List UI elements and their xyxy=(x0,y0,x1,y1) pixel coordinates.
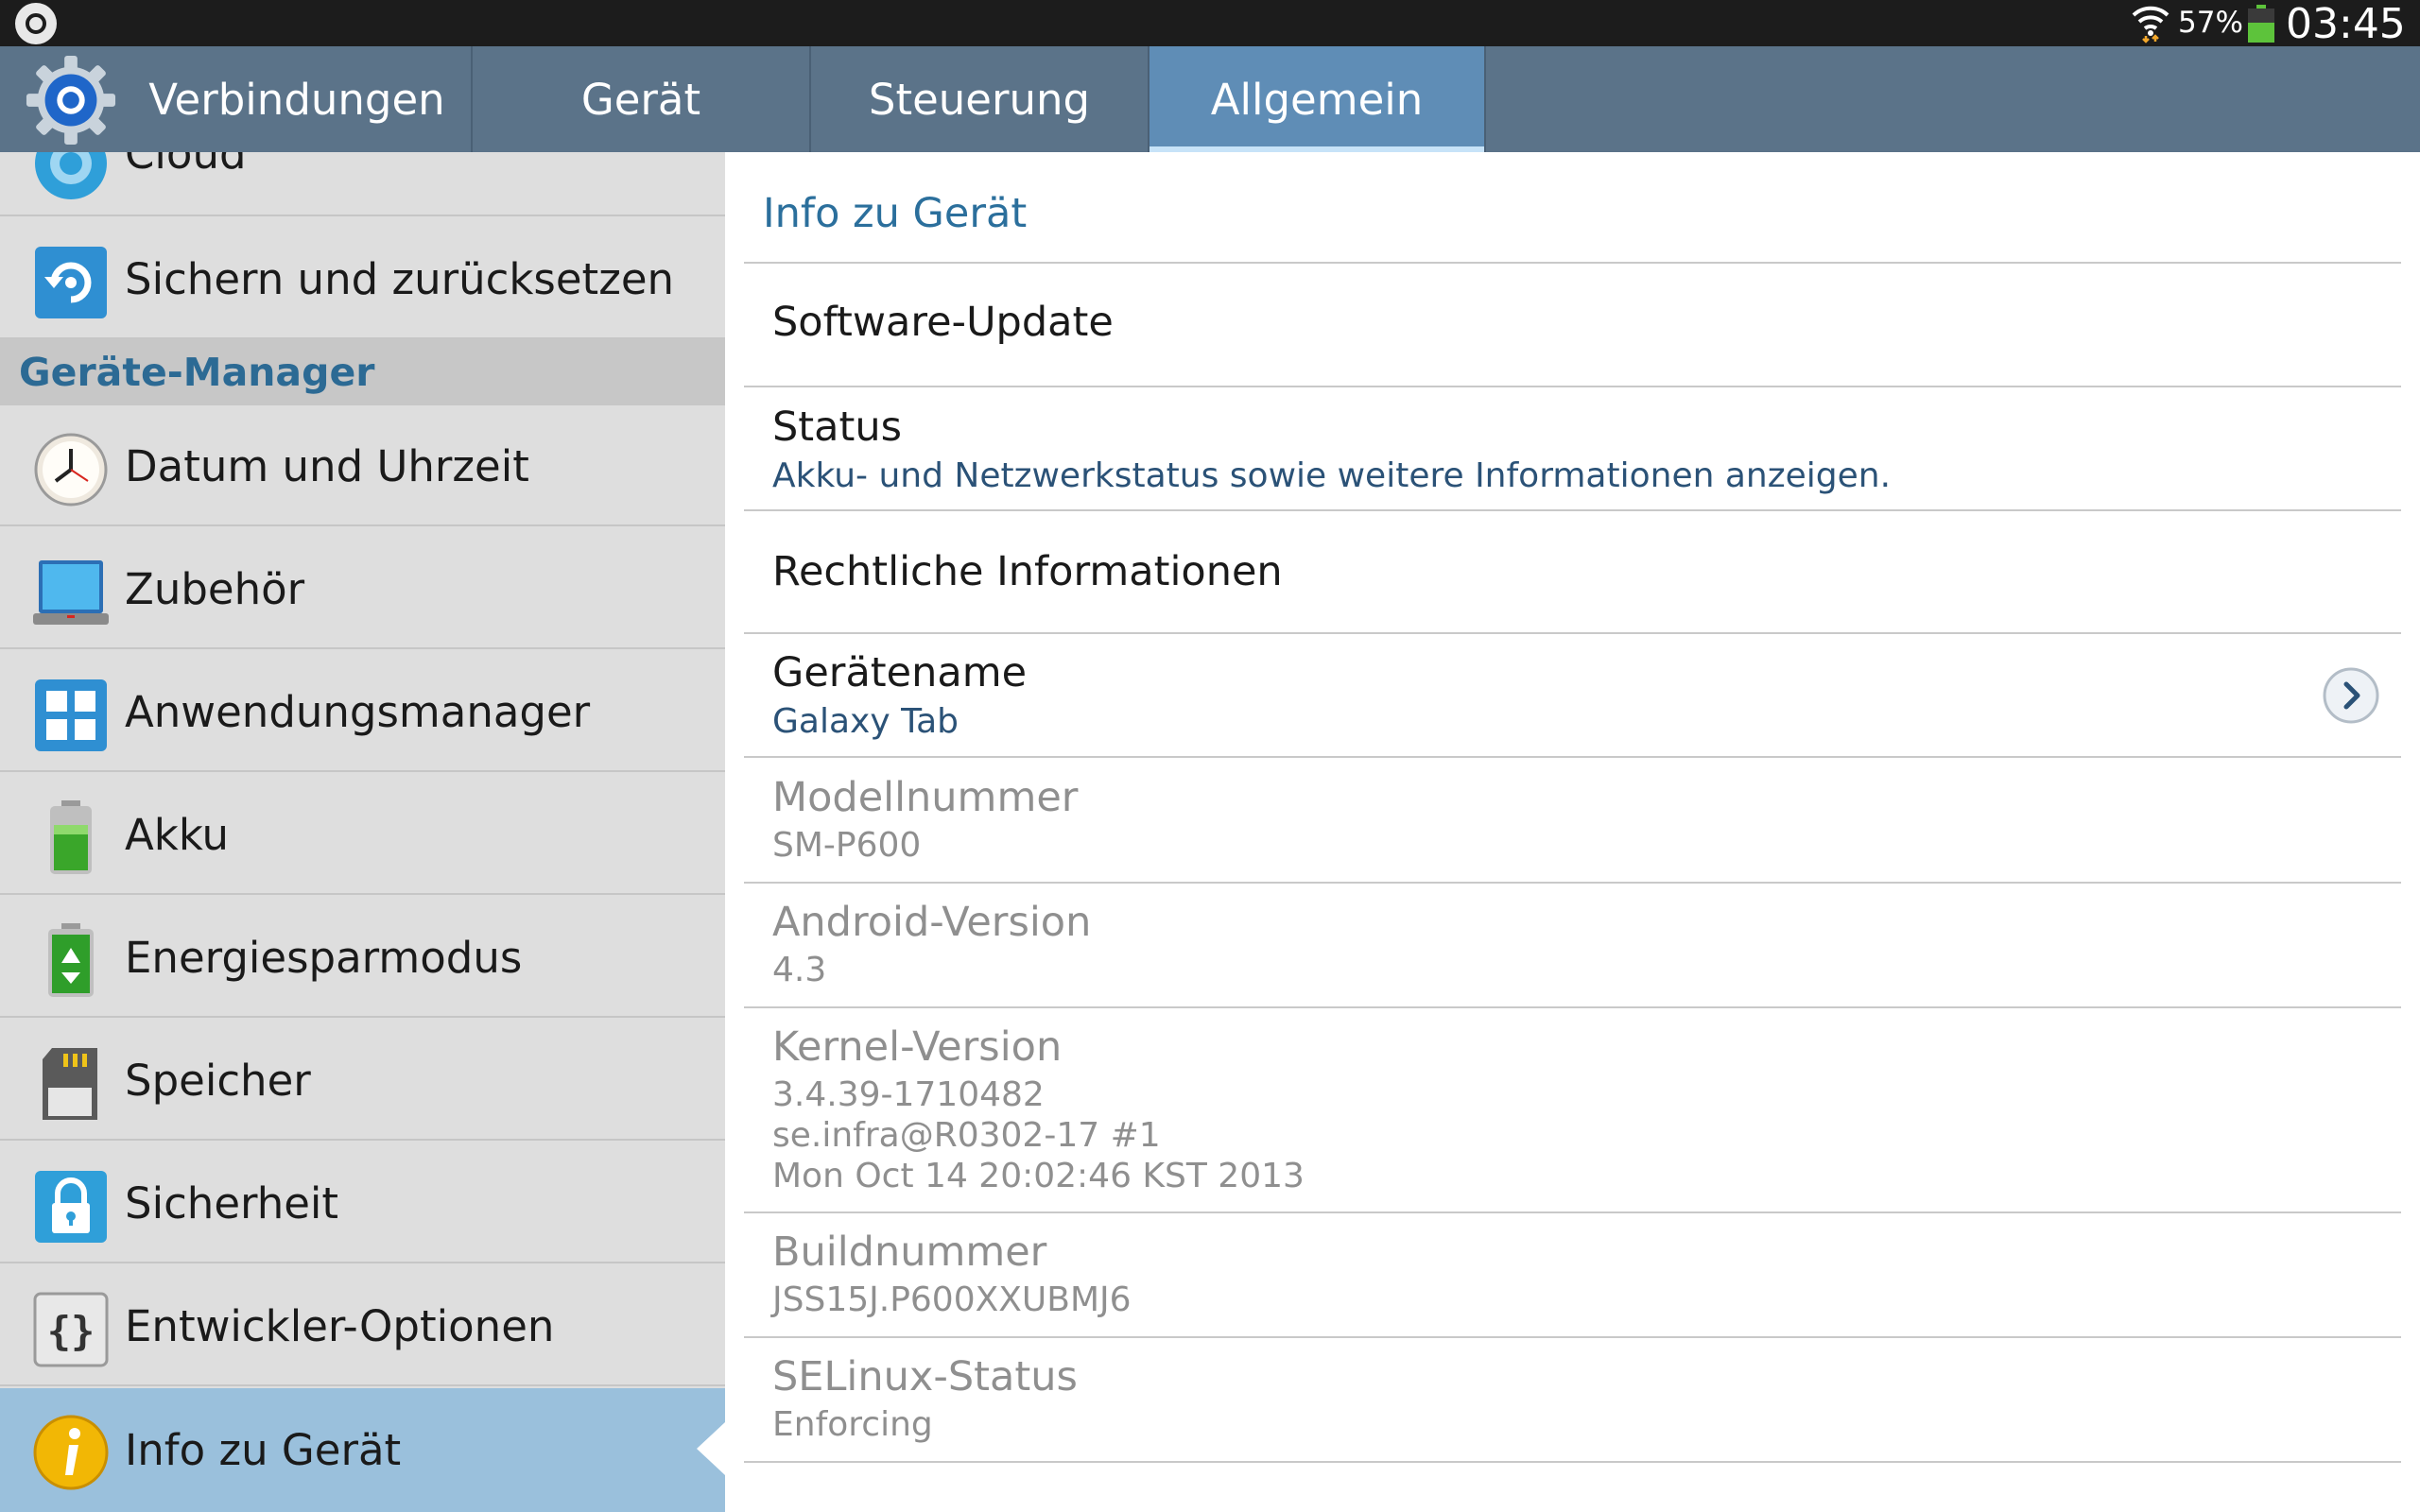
row-title: SELinux-Status xyxy=(772,1353,1078,1400)
wifi-icon xyxy=(2132,6,2169,43)
row-title: Software-Update xyxy=(772,299,1114,346)
row-title: Android-Version xyxy=(772,899,1092,946)
battery-percent: 57% xyxy=(2178,6,2243,40)
developer-icon: {} xyxy=(33,1292,109,1367)
app-notification-icon xyxy=(15,3,57,44)
row-value: Mon Oct 14 20:02:46 KST 2013 xyxy=(772,1157,1305,1195)
sidebar-item-cloud[interactable]: Cloud xyxy=(0,152,725,216)
sidebar-item-backup[interactable]: Sichern und zurücksetzen xyxy=(0,218,725,339)
sidebar-item-developer[interactable]: {} Entwickler-Optionen xyxy=(0,1265,725,1386)
divider xyxy=(744,756,2401,758)
sidebar-item-accessory[interactable]: Zubehör xyxy=(0,528,725,649)
sidebar-section-header: Geräte-Manager xyxy=(0,339,725,405)
divider xyxy=(744,1461,2401,1463)
settings-gear-icon xyxy=(26,55,116,146)
app-manager-icon xyxy=(35,679,107,751)
divider xyxy=(744,1006,2401,1008)
cloud-icon xyxy=(35,152,107,199)
tab-verbindungen[interactable]: Verbindungen xyxy=(123,46,471,152)
row-subtitle: Galaxy Tab xyxy=(772,702,959,741)
lock-icon xyxy=(35,1171,107,1243)
svg-text:{}: {} xyxy=(47,1308,95,1354)
row-title: Gerätename xyxy=(772,649,1028,696)
divider xyxy=(744,882,2401,884)
row-value: Enforcing xyxy=(772,1405,933,1444)
backup-icon xyxy=(35,247,107,318)
clock-icon xyxy=(34,433,108,507)
row-value: JSS15J.P600XXUBMJ6 xyxy=(772,1280,1132,1319)
accessory-icon xyxy=(33,560,109,625)
row-value: 3.4.39-1710482 xyxy=(772,1075,1045,1114)
divider xyxy=(744,386,2401,387)
sidebar-item-security[interactable]: Sicherheit xyxy=(0,1143,725,1263)
sidebar-item-device-info[interactable]: Info zu Gerät xyxy=(0,1388,725,1512)
row-title: Rechtliche Informationen xyxy=(772,548,1283,595)
sidebar-item-date-time[interactable]: Datum und Uhrzeit xyxy=(0,405,725,526)
divider xyxy=(744,262,2401,264)
sidebar-item-app-manager[interactable]: Anwendungsmanager xyxy=(0,651,725,772)
tab-steuerung[interactable]: Steuerung xyxy=(811,46,1148,152)
row-title: Status xyxy=(772,404,903,451)
chevron-right-icon[interactable] xyxy=(2322,666,2380,725)
active-item-pointer xyxy=(697,1422,725,1475)
page-title: Info zu Gerät xyxy=(763,190,1028,237)
row-title: Buildnummer xyxy=(772,1228,1047,1276)
settings-tab-bar: Verbindungen Gerät Steuerung Allgemein xyxy=(0,46,2420,152)
divider xyxy=(744,509,2401,511)
device-info-panel: Info zu Gerät Software-Update Status Akk… xyxy=(725,152,2420,1512)
power-saving-icon xyxy=(48,923,94,997)
info-icon xyxy=(33,1415,109,1490)
battery-icon xyxy=(2248,5,2274,43)
sidebar-item-storage[interactable]: Speicher xyxy=(0,1020,725,1141)
sidebar-item-power-saving[interactable]: Energiesparmodus xyxy=(0,897,725,1018)
row-value: SM-P600 xyxy=(772,826,922,865)
divider xyxy=(744,1211,2401,1213)
divider xyxy=(744,632,2401,634)
row-value: se.infra@R0302-17 #1 xyxy=(772,1116,1161,1155)
settings-sidebar[interactable]: Cloud Sichern und zurücksetzen Geräte-Ma… xyxy=(0,152,725,1512)
tab-allgemein[interactable]: Allgemein xyxy=(1150,46,1484,152)
sidebar-item-battery[interactable]: Akku xyxy=(0,774,725,895)
row-title: Kernel-Version xyxy=(772,1023,1063,1071)
clock: 03:45 xyxy=(2286,0,2406,48)
tab-divider xyxy=(1484,46,1486,152)
row-title: Modellnummer xyxy=(772,774,1079,821)
battery-icon xyxy=(50,800,92,874)
row-value: 4.3 xyxy=(772,951,827,989)
status-bar: 57% 03:45 xyxy=(0,0,2420,48)
divider xyxy=(744,1336,2401,1338)
storage-icon xyxy=(43,1048,97,1120)
row-subtitle: Akku- und Netzwerkstatus sowie weitere I… xyxy=(772,456,1892,495)
tab-geraet[interactable]: Gerät xyxy=(473,46,809,152)
